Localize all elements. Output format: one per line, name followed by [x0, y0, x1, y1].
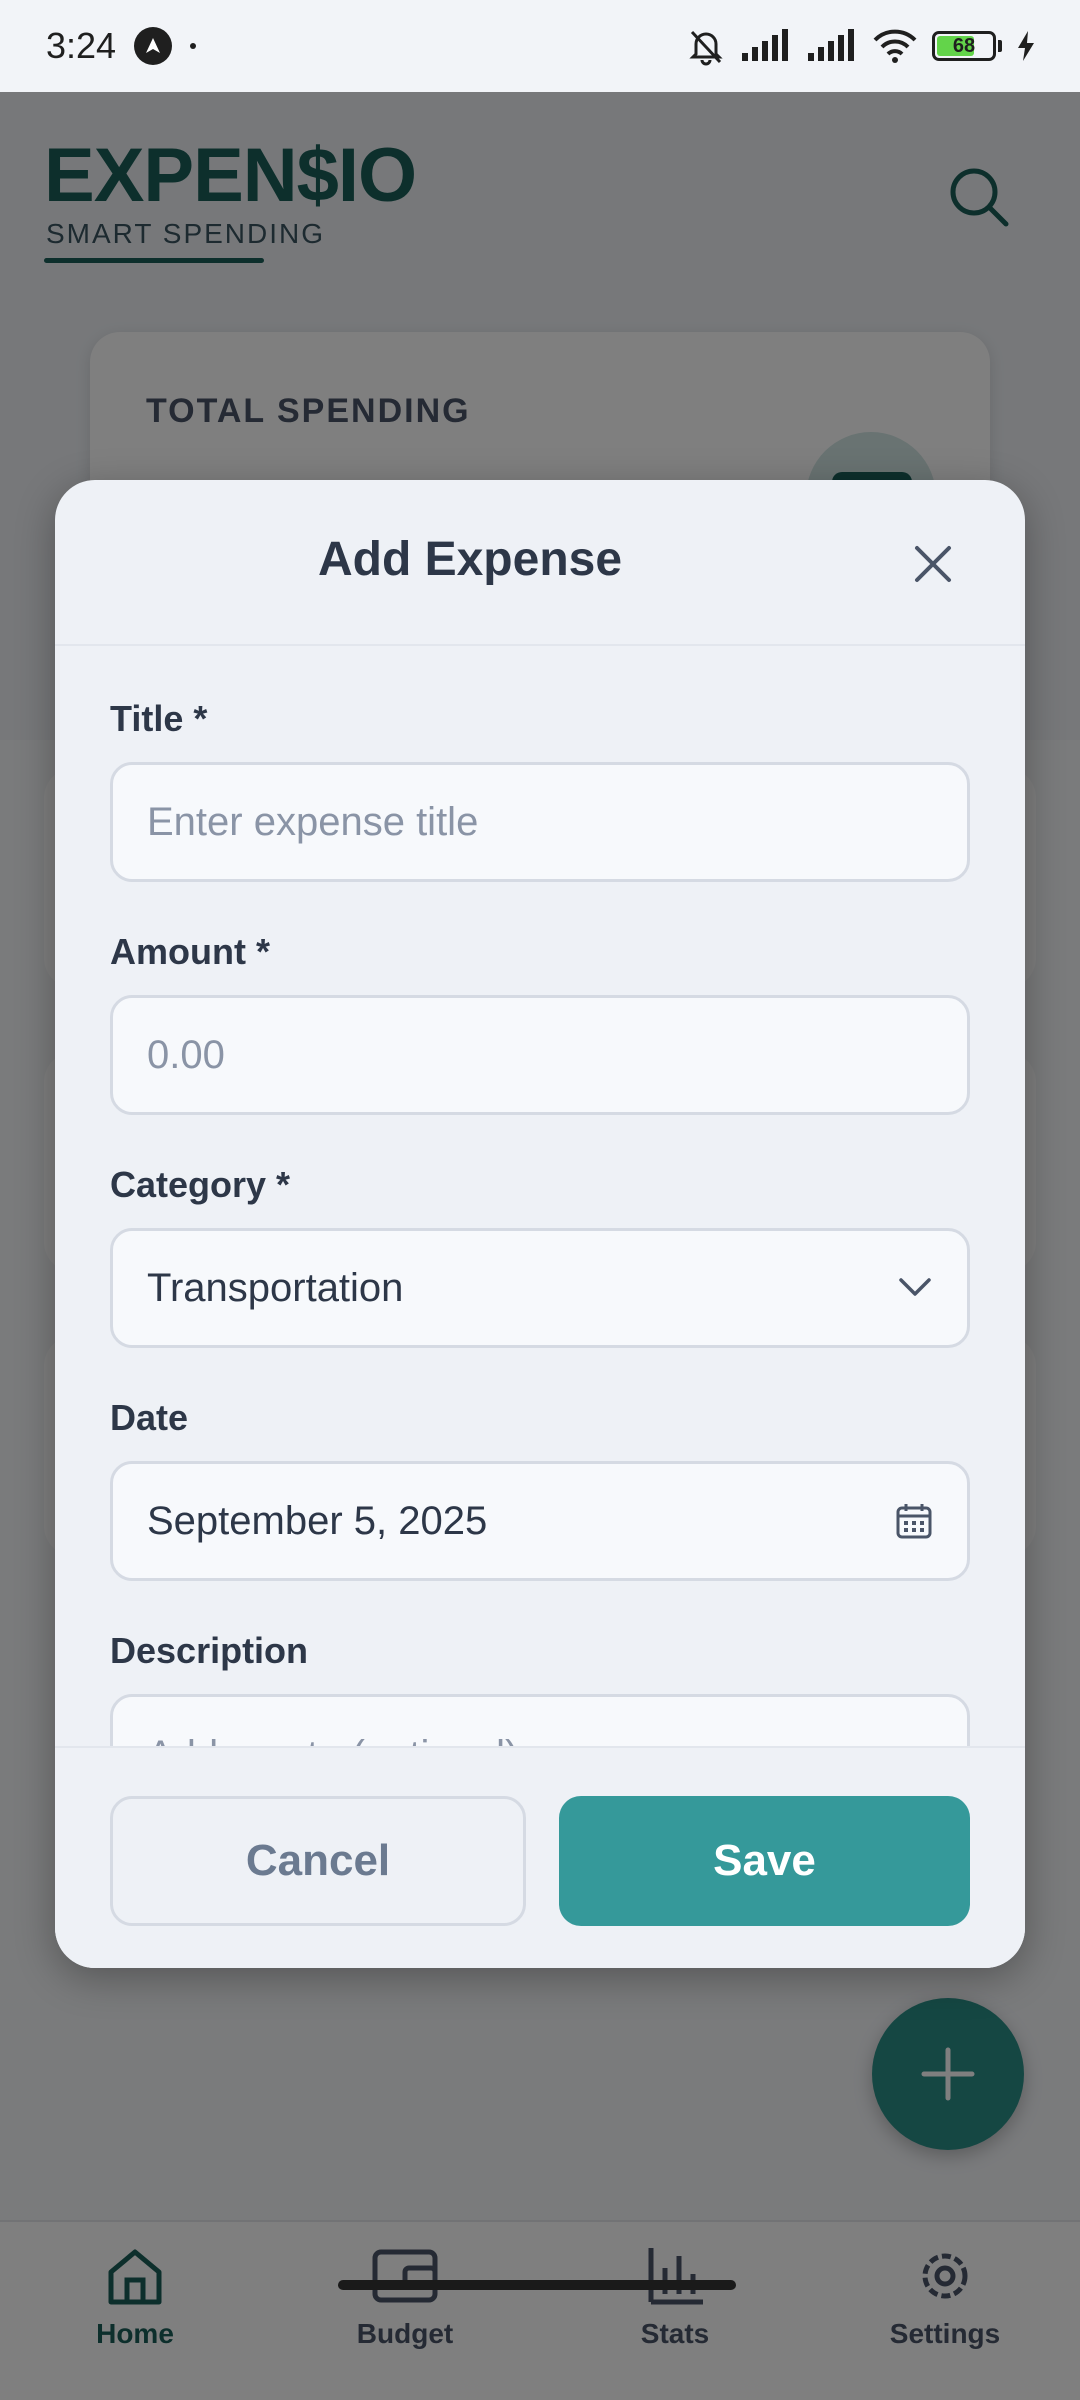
- home-indicator[interactable]: [338, 2280, 736, 2290]
- date-value: September 5, 2025: [147, 1498, 488, 1543]
- status-left: 3:24: [46, 25, 197, 67]
- close-icon: [915, 546, 951, 582]
- wifi-icon: [873, 29, 917, 63]
- battery-level: 68: [952, 34, 976, 57]
- calendar-icon[interactable]: [895, 1502, 933, 1540]
- battery-indicator: 68: [932, 31, 1002, 61]
- amount-input[interactable]: 0.00: [110, 995, 970, 1115]
- title-input[interactable]: Enter expense title: [110, 762, 970, 882]
- dialog-footer: Cancel Save: [55, 1746, 1025, 1968]
- dialog-header: Add Expense: [55, 480, 1025, 646]
- notification-app-icon: [134, 27, 173, 65]
- notification-dot-icon: [190, 43, 197, 49]
- category-value: Transportation: [147, 1265, 404, 1310]
- signal-icon-2: [808, 29, 854, 61]
- dialog-body[interactable]: Title * Enter expense title Amount * 0.0…: [55, 646, 1025, 1746]
- status-bar: 3:24 68: [0, 0, 1080, 92]
- amount-label: Amount *: [110, 931, 270, 972]
- title-label: Title *: [110, 698, 208, 739]
- status-time: 3:24: [46, 25, 117, 66]
- description-input[interactable]: Add a note (optional): [110, 1694, 970, 1746]
- add-expense-dialog: Add Expense Title * Enter expense title …: [55, 480, 1025, 1968]
- signal-icon: [742, 29, 788, 61]
- charging-icon: [1018, 31, 1034, 61]
- category-select[interactable]: Transportation: [110, 1228, 970, 1348]
- status-right: 68: [686, 26, 1036, 66]
- save-button[interactable]: Save: [559, 1796, 970, 1926]
- chevron-down-icon: [899, 1278, 931, 1296]
- category-label: Category *: [110, 1164, 291, 1205]
- date-label: Date: [110, 1397, 189, 1438]
- bell-muted-icon: [689, 30, 723, 66]
- description-label: Description: [110, 1630, 309, 1671]
- cancel-button[interactable]: Cancel: [110, 1796, 526, 1926]
- close-button[interactable]: [897, 528, 969, 600]
- dialog-title: Add Expense: [317, 533, 623, 586]
- date-field[interactable]: September 5, 2025: [110, 1461, 970, 1581]
